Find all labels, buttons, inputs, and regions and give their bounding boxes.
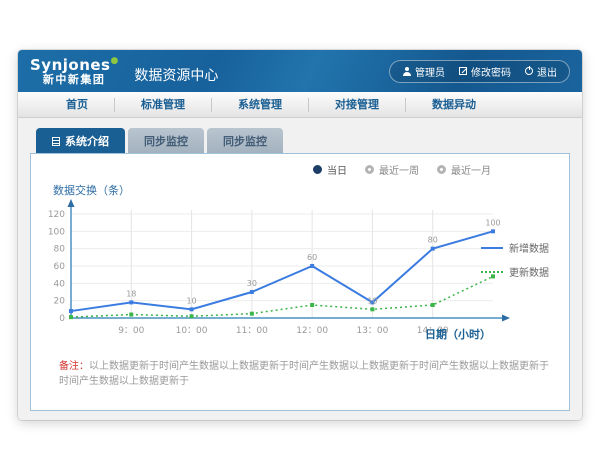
svg-text:10: 10 xyxy=(186,296,196,305)
footnote: 备注：以上数据更新于时间产生数据以上数据更新于时间产生数据以上数据更新于时间产生… xyxy=(59,359,553,389)
footnote-text: 以上数据更新于时间产生数据以上数据更新于时间产生数据以上数据更新于时间产生数据以… xyxy=(59,361,549,387)
svg-text:120: 120 xyxy=(48,210,65,220)
tab-sync-monitor-2[interactable]: 同步监控 xyxy=(207,128,283,153)
document-icon xyxy=(52,137,60,146)
radio-selected-icon xyxy=(313,165,322,174)
footnote-prefix: 备注： xyxy=(59,361,89,372)
svg-text:60: 60 xyxy=(307,253,317,262)
nav-item-system-mgmt[interactable]: 系统管理 xyxy=(212,98,309,112)
radio-unselected-icon xyxy=(437,165,446,174)
logo-subtitle: 新中新集团 xyxy=(30,74,118,86)
svg-text:40: 40 xyxy=(54,279,66,289)
svg-text:80: 80 xyxy=(428,236,438,245)
radio-today[interactable]: 当日 xyxy=(313,162,347,177)
user-name[interactable]: 管理员 xyxy=(402,64,445,79)
nav-item-data-change[interactable]: 数据异动 xyxy=(406,98,502,112)
solid-line-icon xyxy=(481,247,503,249)
tab-system-intro[interactable]: 系统介绍 xyxy=(36,128,125,153)
logo-text: Synjones xyxy=(30,56,111,74)
dotted-line-icon xyxy=(481,271,503,273)
power-icon xyxy=(525,67,533,75)
svg-text:9：00: 9：00 xyxy=(118,326,144,336)
svg-text:18: 18 xyxy=(126,289,136,298)
logo-leaf-icon: ● xyxy=(111,56,119,66)
nav-item-home[interactable]: 首页 xyxy=(40,98,115,112)
logout-button[interactable]: 退出 xyxy=(525,64,557,79)
tab-sync-monitor-1[interactable]: 同步监控 xyxy=(128,128,204,153)
nav-item-interface-mgmt[interactable]: 对接管理 xyxy=(309,98,406,112)
chart-legend: 新增数据 更新数据 xyxy=(481,240,559,288)
svg-text:100: 100 xyxy=(48,227,65,237)
chart-panel: 当日 最近一周 最近一月 数据交换（条） 0204060801001209：00… xyxy=(30,153,570,411)
edit-icon xyxy=(459,67,467,75)
svg-text:10：00: 10：00 xyxy=(176,326,208,336)
main-nav: 首页 标准管理 系统管理 对接管理 数据异动 xyxy=(18,92,582,118)
svg-text:0: 0 xyxy=(59,314,65,324)
svg-text:30: 30 xyxy=(247,279,257,288)
person-icon xyxy=(402,67,411,76)
svg-text:11：00: 11：00 xyxy=(236,326,268,336)
svg-text:20: 20 xyxy=(54,297,66,307)
svg-text:80: 80 xyxy=(54,245,66,255)
radio-last-month[interactable]: 最近一月 xyxy=(437,162,491,177)
page-title: 数据资源中心 xyxy=(134,65,218,85)
x-axis-title: 日期（小时） xyxy=(425,326,491,342)
legend-item-update-data: 更新数据 xyxy=(481,264,559,279)
tab-bar: 系统介绍 同步监控 同步监控 xyxy=(36,128,570,153)
change-password-button[interactable]: 修改密码 xyxy=(459,64,511,79)
svg-text:60: 60 xyxy=(54,262,66,272)
svg-text:100: 100 xyxy=(485,218,500,227)
period-filter-group: 当日 最近一周 最近一月 xyxy=(313,162,491,177)
company-logo: Synjones● 新中新集团 xyxy=(30,57,118,85)
radio-unselected-icon xyxy=(365,165,374,174)
legend-item-new-data: 新增数据 xyxy=(481,240,559,255)
nav-item-standard-mgmt[interactable]: 标准管理 xyxy=(115,98,212,112)
radio-last-week[interactable]: 最近一周 xyxy=(365,162,419,177)
user-menu: 管理员 修改密码 退出 xyxy=(389,60,570,83)
svg-text:12：00: 12：00 xyxy=(296,326,328,336)
content-area: 系统介绍 同步监控 同步监控 当日 最近一周 xyxy=(18,118,582,420)
svg-text:10: 10 xyxy=(367,296,377,305)
header: Synjones● 新中新集团 数据资源中心 管理员 修改密码 退出 xyxy=(18,50,582,92)
app-window: Synjones● 新中新集团 数据资源中心 管理员 修改密码 退出 首页 标准… xyxy=(18,50,582,420)
svg-text:13：00: 13：00 xyxy=(356,326,388,336)
